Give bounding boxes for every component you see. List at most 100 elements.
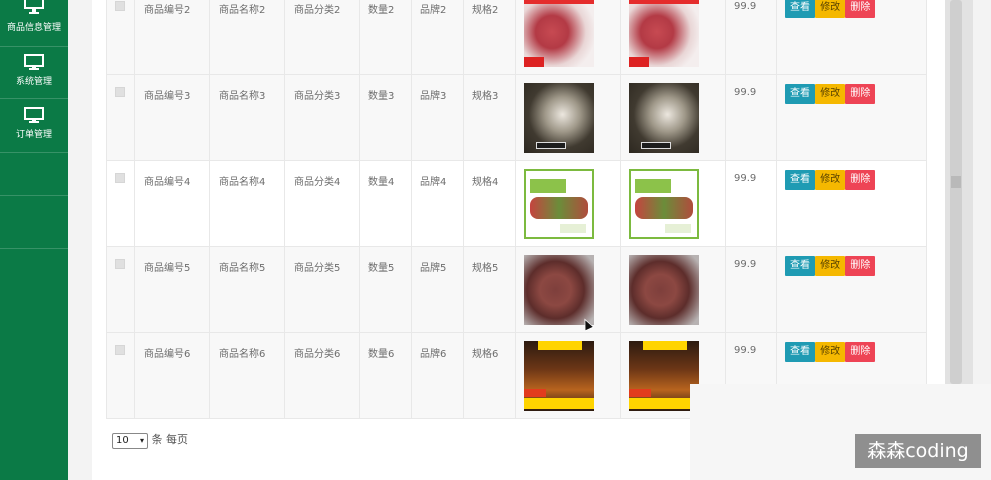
row-checkbox[interactable]: [115, 259, 125, 269]
row-actions-cell: 查看 修改 删除: [776, 160, 927, 247]
product-table: 商品编号2 商品名称2 商品分类2 数量2 品牌2 规格2 99.9 查看 修改…: [106, 0, 927, 419]
product-spec-cell: 规格4: [463, 160, 516, 247]
product-price-cell: 99.9: [725, 0, 777, 75]
monitor-icon: [24, 54, 44, 70]
product-spec-cell: 规格2: [463, 0, 516, 75]
edit-button[interactable]: 修改: [815, 342, 846, 362]
product-price-cell: 99.9: [725, 246, 777, 333]
product-brand-cell: 品牌4: [411, 160, 464, 247]
product-spec-cell: 规格6: [463, 332, 516, 419]
edit-button[interactable]: 修改: [815, 84, 846, 104]
edit-button[interactable]: 修改: [815, 256, 846, 276]
product-qty-cell: 数量2: [359, 0, 412, 75]
view-button[interactable]: 查看: [785, 256, 815, 276]
beef-steak-image: [524, 0, 594, 67]
product-code-cell: 商品编号6: [134, 332, 210, 419]
sidebar-item-system[interactable]: 系统管理: [0, 54, 68, 87]
monitor-icon: [24, 0, 44, 14]
delete-button[interactable]: 删除: [845, 256, 876, 276]
row-select-cell: [106, 332, 135, 419]
page-size-select[interactable]: 10 ▾: [112, 433, 148, 449]
product-category-cell: 商品分类2: [284, 0, 360, 75]
product-image-cell-2: [620, 74, 726, 161]
product-image-cell: [515, 74, 621, 161]
product-code-cell: 商品编号3: [134, 74, 210, 161]
sidebar-divider: [0, 195, 68, 196]
beef-steak-image: [629, 0, 699, 67]
sidebar: 商品信息管理 系统管理 订单管理: [0, 0, 68, 480]
sidebar-divider: [0, 46, 68, 47]
product-qty-cell: 数量3: [359, 74, 412, 161]
sidebar-divider: [0, 248, 68, 249]
product-name-cell: 商品名称5: [209, 246, 285, 333]
beef-cubes-image: [629, 255, 699, 325]
product-brand-cell: 品牌2: [411, 0, 464, 75]
oyster-image: [524, 83, 594, 153]
product-category-cell: 商品分类4: [284, 160, 360, 247]
row-checkbox[interactable]: [115, 87, 125, 97]
product-spec-cell: 规格3: [463, 74, 516, 161]
product-qty-cell: 数量4: [359, 160, 412, 247]
row-select-cell: [106, 246, 135, 333]
row-actions-cell: 查看 修改 删除: [776, 246, 927, 333]
product-price-cell: 99.9: [725, 74, 777, 161]
product-name-cell: 商品名称6: [209, 332, 285, 419]
view-button[interactable]: 查看: [785, 170, 815, 190]
product-price-cell: 99.9: [725, 160, 777, 247]
product-image-cell: [515, 160, 621, 247]
sidebar-item-label: 系统管理: [15, 77, 52, 87]
product-qty-cell: 数量6: [359, 332, 412, 419]
sidebar-divider: [0, 152, 68, 153]
product-image-cell: [515, 332, 621, 419]
product-code-cell: 商品编号4: [134, 160, 210, 247]
row-checkbox[interactable]: [115, 1, 125, 11]
view-button[interactable]: 查看: [785, 0, 815, 18]
product-name-cell: 商品名称3: [209, 74, 285, 161]
chevron-down-icon: ▾: [139, 436, 144, 445]
sidebar-item-label: 商品信息管理: [6, 23, 61, 33]
delete-button[interactable]: 删除: [845, 342, 876, 362]
delete-button[interactable]: 删除: [845, 170, 876, 190]
row-checkbox[interactable]: [115, 345, 125, 355]
product-brand-cell: 品牌3: [411, 74, 464, 161]
table-row: 商品编号5 商品名称5 商品分类5 数量5 品牌5 规格5 99.9 查看 修改…: [106, 246, 927, 333]
row-select-cell: [106, 74, 135, 161]
sidebar-item-product-info[interactable]: 商品信息管理: [0, 0, 68, 33]
product-name-cell: 商品名称2: [209, 0, 285, 75]
table-row: 商品编号4 商品名称4 商品分类4 数量4 品牌4 规格4 99.9 查看 修改…: [106, 160, 927, 247]
product-image-cell-2: [620, 160, 726, 247]
row-checkbox[interactable]: [115, 173, 125, 183]
row-select-cell: [106, 160, 135, 247]
product-brand-cell: 品牌5: [411, 246, 464, 333]
product-image-cell: [515, 0, 621, 75]
pagination: 10 ▾ 条 每页: [112, 431, 188, 449]
sidebar-item-orders[interactable]: 订单管理: [0, 107, 68, 140]
sidebar-item-label: 订单管理: [15, 130, 52, 140]
edit-button[interactable]: 修改: [815, 170, 846, 190]
product-category-cell: 商品分类5: [284, 246, 360, 333]
edit-button[interactable]: 修改: [815, 0, 846, 18]
product-code-cell: 商品编号2: [134, 0, 210, 75]
scrollbar-grip: [951, 176, 961, 188]
product-image-cell-2: [620, 0, 726, 75]
view-button[interactable]: 查看: [785, 342, 815, 362]
product-name-cell: 商品名称4: [209, 160, 285, 247]
product-category-cell: 商品分类3: [284, 74, 360, 161]
skewer-image: [629, 341, 699, 411]
beef-cubes-image: [524, 255, 594, 325]
delete-button[interactable]: 删除: [845, 0, 876, 18]
row-actions-cell: 查看 修改 删除: [776, 74, 927, 161]
scrollbar-thumb[interactable]: [950, 0, 962, 384]
view-button[interactable]: 查看: [785, 84, 815, 104]
product-spec-cell: 规格5: [463, 246, 516, 333]
oyster-image: [629, 83, 699, 153]
sidebar-divider: [0, 98, 68, 99]
row-select-cell: [106, 0, 135, 75]
watermark: 森森coding: [855, 434, 981, 468]
monitor-icon: [24, 107, 44, 123]
product-image-cell: [515, 246, 621, 333]
product-image-cell-2: [620, 246, 726, 333]
delete-button[interactable]: 删除: [845, 84, 876, 104]
row-actions-cell: 查看 修改 删除: [776, 0, 927, 75]
vegetable-box-image: [524, 169, 594, 239]
